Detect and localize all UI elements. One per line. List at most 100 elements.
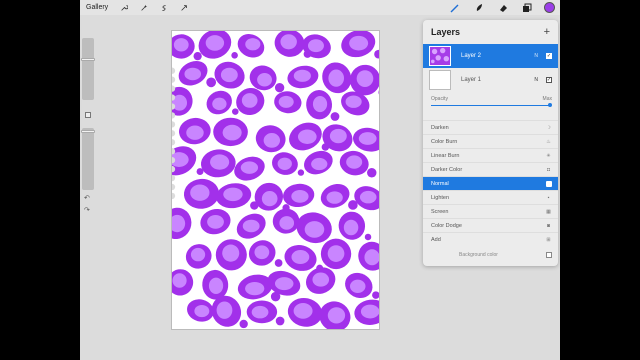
leopard-spot (287, 297, 323, 327)
screen-icon: ▦ (546, 208, 551, 215)
visibility-checkbox[interactable]: ✓ (546, 77, 552, 83)
layer-name: Layer 2 (461, 53, 482, 59)
leopard-spot (358, 241, 379, 271)
burst-icon: ✳ (546, 152, 551, 159)
leopard-spot (354, 186, 379, 211)
blend-mode-color-dodge[interactable]: Color Dodge ◙ (423, 218, 558, 232)
add-icon: ⊞ (546, 236, 551, 243)
opacity-control[interactable]: Opacity Max (423, 92, 558, 108)
leopard-dot (275, 316, 285, 326)
blend-mode-label: Linear Burn (431, 152, 460, 159)
blend-mode-indicator[interactable]: N (534, 53, 538, 59)
blend-mode-label: Normal (431, 180, 449, 187)
layer-row-layer-2[interactable]: Layer 2 N ✓ (423, 44, 558, 68)
blend-mode-label: Color Burn (431, 138, 458, 145)
dodge-icon: ◙ (546, 222, 551, 229)
leopard-spot (246, 300, 278, 324)
gallery-button[interactable]: Gallery (86, 4, 108, 11)
blend-mode-darken[interactable]: Darken ☽ (423, 120, 558, 134)
blend-mode-linear-burn[interactable]: Linear Burn ✳ (423, 148, 558, 162)
paper-edge-notch (172, 192, 176, 200)
leopard-dot (239, 319, 248, 329)
leopard-spot (236, 213, 266, 239)
drawing-canvas[interactable] (171, 30, 380, 330)
redo-button[interactable]: ↷ (84, 206, 90, 214)
layer-thumbnail (429, 46, 451, 66)
moon-icon: ☽ (546, 124, 551, 131)
paper-edge-notch (172, 174, 176, 182)
blend-mode-color-burn[interactable]: Color Burn ♨ (423, 134, 558, 148)
modify-button[interactable] (85, 112, 91, 118)
blend-mode-label: Screen (431, 208, 449, 215)
blend-mode-add[interactable]: Add ⊞ (423, 232, 558, 246)
add-layer-button[interactable]: + (544, 26, 550, 38)
leopard-dot (330, 112, 340, 121)
transform-arrow-icon[interactable] (178, 2, 190, 14)
background-color-label: Background color (459, 252, 498, 258)
magic-wand-icon[interactable] (138, 2, 150, 14)
opacity-knob[interactable] (548, 103, 552, 107)
smudge-icon[interactable] (472, 1, 486, 14)
blend-mode-label: Darker Color (431, 166, 463, 173)
leopard-pattern (172, 31, 379, 329)
leopard-dot (232, 108, 239, 115)
procreate-screen: Gallery ↶ ↷ Layers + Layer 2 N ✓ Layer 1… (80, 0, 560, 360)
background-visibility-checkbox[interactable] (546, 252, 552, 258)
eraser-icon[interactable] (496, 1, 510, 14)
leopard-spot (187, 299, 214, 322)
leopard-spot (274, 91, 302, 114)
blend-mode-label: Darken (431, 124, 449, 131)
blend-mode-normal[interactable]: Normal (423, 176, 558, 190)
blend-mode-indicator[interactable]: N (534, 77, 538, 83)
blend-mode-list: Darken ☽ Color Burn ♨ Linear Burn ✳ Dark… (423, 120, 558, 246)
blend-mode-darker-color[interactable]: Darker Color ◘ (423, 162, 558, 176)
leopard-spot (353, 127, 379, 152)
leopard-spot (185, 244, 212, 269)
leopard-spot (306, 90, 333, 120)
brush-size-slider[interactable] (81, 38, 95, 100)
layer-row-layer-1[interactable]: Layer 1 N ✓ (423, 68, 558, 92)
leopard-spot (213, 117, 248, 147)
layers-icon[interactable] (520, 1, 534, 14)
paper-edge-notch (172, 121, 176, 128)
background-color-row[interactable]: Background color (423, 248, 558, 262)
visibility-checkbox[interactable]: ✓ (546, 53, 552, 59)
leopard-spot (237, 34, 265, 58)
layer-thumbnail (429, 70, 451, 90)
opacity-track[interactable] (431, 105, 550, 106)
paper-edge-notch (172, 76, 176, 83)
leopard-spot (339, 150, 369, 176)
blend-mode-label: Add (431, 236, 441, 243)
blend-mode-screen[interactable]: Screen ▦ (423, 204, 558, 218)
wrench-icon[interactable] (118, 2, 130, 14)
leopard-spot (215, 239, 247, 271)
opacity-label: Opacity (431, 96, 448, 102)
blend-mode-label: Lighten (431, 194, 450, 201)
leopard-spot (272, 152, 298, 175)
normal-square-icon (546, 180, 552, 187)
leopard-dot (274, 82, 285, 93)
leopard-dot (274, 259, 283, 267)
color-picker-button[interactable] (544, 2, 555, 13)
leopard-spot (183, 178, 220, 209)
brush-size-handle[interactable] (81, 58, 95, 61)
leopard-spot (289, 122, 322, 151)
leopard-dot (193, 52, 202, 61)
leopard-spot (248, 240, 276, 266)
leopard-dot (372, 291, 379, 299)
blend-mode-label: Color Dodge (431, 222, 462, 229)
leopard-spot (284, 245, 317, 271)
selection-icon[interactable] (158, 2, 170, 14)
opacity-handle[interactable] (81, 130, 95, 133)
opacity-value: Max (542, 96, 552, 102)
undo-button[interactable]: ↶ (84, 194, 90, 202)
opacity-slider[interactable] (81, 128, 95, 190)
brush-icon[interactable] (448, 1, 462, 14)
leopard-spot (172, 146, 197, 176)
blend-mode-lighten[interactable]: Lighten ▪ (423, 190, 558, 204)
paper-edge-notch (172, 130, 176, 137)
leopard-dot (206, 77, 217, 88)
leopard-spot (304, 150, 333, 175)
leopard-spot (172, 34, 195, 59)
leopard-spot (345, 272, 373, 298)
